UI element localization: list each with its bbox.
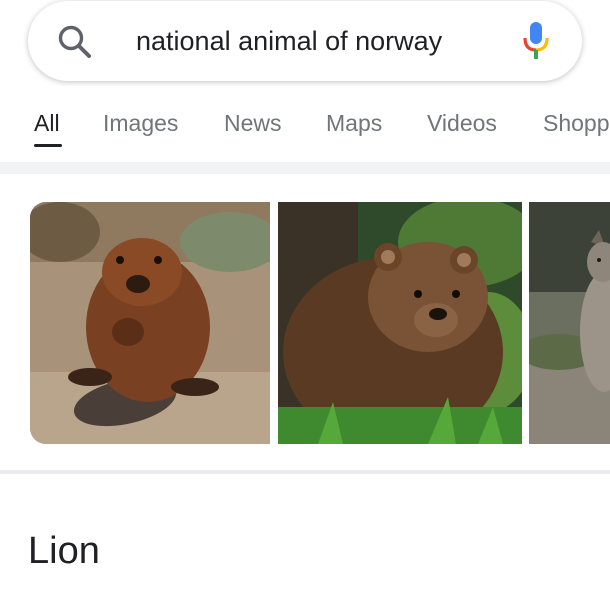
tab-all[interactable]: All bbox=[34, 110, 60, 137]
image-carousel bbox=[0, 174, 610, 470]
tab-images[interactable]: Images bbox=[103, 110, 178, 137]
microphone-icon[interactable] bbox=[522, 20, 550, 62]
section-separator bbox=[0, 162, 610, 174]
image-thumbnail-wolf[interactable] bbox=[529, 202, 610, 444]
search-box[interactable] bbox=[28, 1, 582, 81]
search-input[interactable] bbox=[136, 21, 516, 61]
search-tabs: All Images News Maps Videos Shopp bbox=[0, 104, 610, 152]
active-tab-indicator bbox=[34, 144, 62, 147]
section-divider bbox=[0, 470, 610, 474]
tab-maps[interactable]: Maps bbox=[326, 110, 382, 137]
answer-title: Lion bbox=[28, 530, 100, 572]
search-icon[interactable] bbox=[56, 23, 94, 61]
tab-news[interactable]: News bbox=[224, 110, 282, 137]
image-thumbnail-beaver[interactable] bbox=[30, 202, 270, 444]
tab-shopping[interactable]: Shopp bbox=[543, 110, 610, 137]
tab-videos[interactable]: Videos bbox=[427, 110, 497, 137]
image-thumbnail-bear[interactable] bbox=[278, 202, 522, 444]
